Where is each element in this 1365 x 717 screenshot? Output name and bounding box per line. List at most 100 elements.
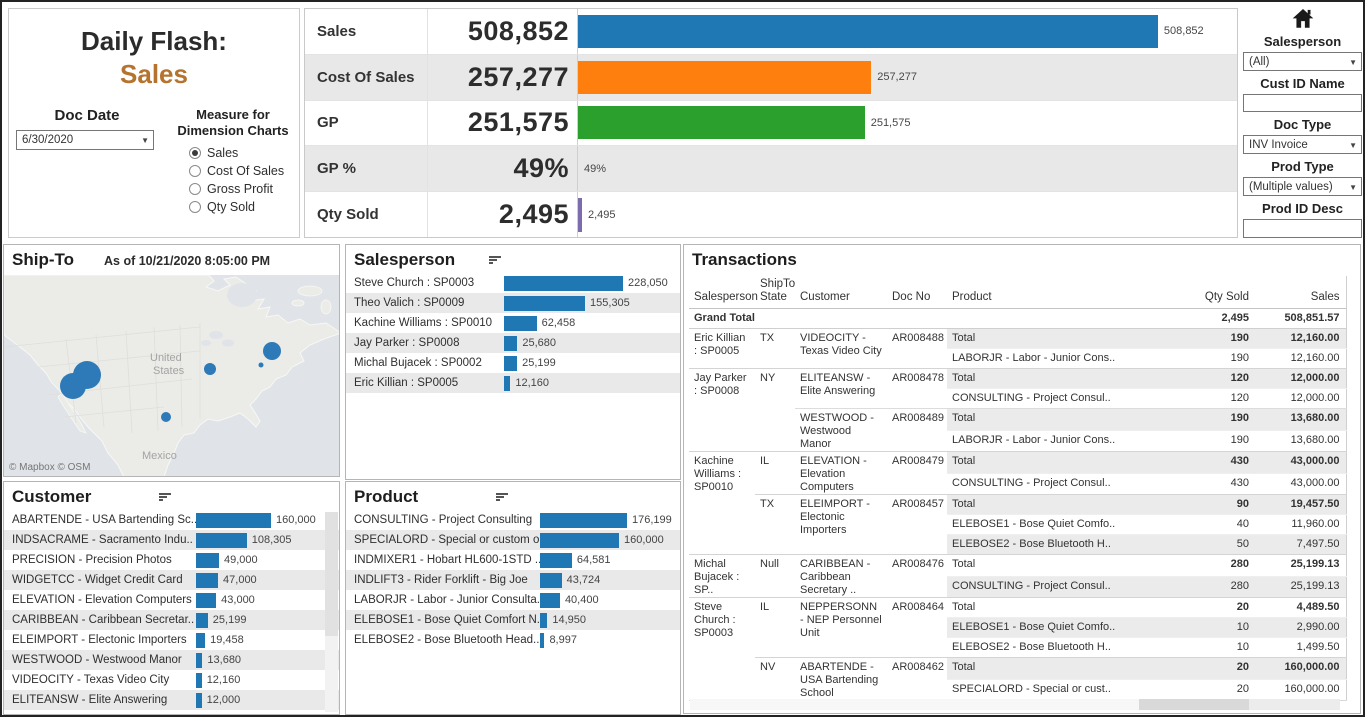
bar-row[interactable]: Theo Valich : SP0009155,305 xyxy=(346,293,680,313)
sort-descending-icon[interactable] xyxy=(159,493,171,502)
bar[interactable] xyxy=(540,593,560,608)
bar[interactable] xyxy=(540,613,547,628)
bar[interactable] xyxy=(196,513,271,528)
scrollbar-thumb[interactable] xyxy=(325,512,338,636)
bar-row[interactable]: Kachine Williams : SP001062,458 xyxy=(346,313,680,333)
col-header-customer[interactable]: Customer xyxy=(795,276,887,309)
col-header-doc-no[interactable]: Doc No xyxy=(887,276,947,309)
bar[interactable] xyxy=(504,356,517,371)
map-bubble-mark[interactable] xyxy=(259,363,264,368)
map-bubble-mark[interactable] xyxy=(204,363,216,375)
map-bubble-mark[interactable] xyxy=(263,342,281,360)
bar-row[interactable]: ABARTENDE - USA Bartending Sc..160,000 xyxy=(4,510,339,530)
bar-row[interactable]: WESTWOOD - Westwood Manor13,680 xyxy=(4,650,339,670)
bar[interactable] xyxy=(540,573,562,588)
radio-button-icon[interactable] xyxy=(189,165,201,177)
bar-row[interactable]: Michal Bujacek : SP000225,199 xyxy=(346,353,680,373)
bar[interactable] xyxy=(504,376,510,391)
salesperson-filter-dropdown[interactable]: (All) ▼ xyxy=(1243,52,1362,71)
product-cell: Total xyxy=(947,409,1159,431)
transactions-row[interactable]: Jay Parker : SP0008NYELITEANSW - Elite A… xyxy=(689,369,1346,389)
bar[interactable] xyxy=(196,573,218,588)
bar-row[interactable]: Steve Church : SP0003228,050 xyxy=(346,273,680,293)
doc-type-dropdown[interactable]: INV Invoice ▼ xyxy=(1243,135,1362,154)
bar[interactable] xyxy=(540,633,544,648)
bar-track: 25,199 xyxy=(504,353,680,373)
measure-radio-option[interactable]: Sales xyxy=(189,144,299,162)
home-icon[interactable] xyxy=(1291,8,1315,29)
bar-row[interactable]: ELEBOSE2 - Bose Bluetooth Head..8,997 xyxy=(346,630,680,650)
bar[interactable] xyxy=(196,693,202,708)
bar-row[interactable]: PRECISION - Precision Photos49,000 xyxy=(4,550,339,570)
doc-date-dropdown[interactable]: 6/30/2020 ▼ xyxy=(16,130,154,150)
cust-id-input[interactable] xyxy=(1243,94,1362,113)
col-header-product[interactable]: Product xyxy=(947,276,1159,309)
transactions-row[interactable]: TXELEIMPORT - Electonic ImportersAR00845… xyxy=(689,495,1346,515)
col-header-qty-sold[interactable]: Qty Sold xyxy=(1159,276,1255,309)
transactions-row[interactable]: Steve Church : SP0003ILNEPPERSONN - NEP … xyxy=(689,598,1346,618)
bar[interactable] xyxy=(196,653,202,668)
col-header-sales[interactable]: Sales xyxy=(1255,276,1346,309)
radio-button-icon[interactable] xyxy=(189,147,201,159)
bar-row[interactable]: ELEBOSE1 - Bose Quiet Comfort N..14,950 xyxy=(346,610,680,630)
bar[interactable] xyxy=(540,553,572,568)
bar-row[interactable]: ELEIMPORT - Electonic Importers19,458 xyxy=(4,630,339,650)
map-bubble-mark[interactable] xyxy=(161,412,171,422)
bar-row[interactable]: Jay Parker : SP000825,680 xyxy=(346,333,680,353)
bar[interactable] xyxy=(504,296,585,311)
sort-descending-icon[interactable] xyxy=(489,256,501,265)
transactions-row[interactable]: Eric Killian : SP0005TXVIDEOCITY - Texas… xyxy=(689,329,1346,349)
bar[interactable] xyxy=(196,553,219,568)
map-bubble-mark[interactable] xyxy=(60,373,86,399)
scrollbar-thumb[interactable] xyxy=(1139,699,1250,710)
bar-value-label: 160,000 xyxy=(276,514,316,526)
map-canvas[interactable]: United States Mexico xyxy=(4,275,339,476)
bar-row[interactable]: INDSACRAME - Sacramento Indu..108,305 xyxy=(4,530,339,550)
customer-scrollbar[interactable] xyxy=(325,512,338,712)
bar[interactable] xyxy=(540,533,619,548)
bar-row[interactable]: CONSULTING - Project Consulting176,199 xyxy=(346,510,680,530)
qty-sold-cell: 280 xyxy=(1159,555,1255,577)
measure-radio-option[interactable]: Gross Profit xyxy=(189,180,299,198)
prod-id-input[interactable] xyxy=(1243,219,1362,238)
bar-row[interactable]: VIDEOCITY - Texas Video City12,160 xyxy=(4,670,339,690)
kpi-bar[interactable] xyxy=(578,61,871,94)
bar-row[interactable]: INDLIFT3 - Rider Forklift - Big Joe43,72… xyxy=(346,570,680,590)
transactions-hscrollbar[interactable] xyxy=(690,699,1340,710)
transactions-row[interactable]: Michal Bujacek : SP..NullCARIBBEAN - Car… xyxy=(689,555,1346,577)
prod-type-dropdown[interactable]: (Multiple values) ▼ xyxy=(1243,177,1362,196)
qty-sold-cell: 280 xyxy=(1159,576,1255,598)
bar-row[interactable]: ELEVATION - Elevation Computers43,000 xyxy=(4,590,339,610)
col-header-shipto-state[interactable]: ShipTo State xyxy=(755,276,795,309)
bar-row[interactable]: Eric Killian : SP000512,160 xyxy=(346,373,680,393)
bar-row[interactable]: CARIBBEAN - Caribbean Secretar..25,199 xyxy=(4,610,339,630)
bar[interactable] xyxy=(196,633,205,648)
sort-descending-icon[interactable] xyxy=(496,493,508,502)
shipto-map[interactable]: United States Mexico © Mapbox © OSM xyxy=(4,275,339,476)
bar[interactable] xyxy=(504,316,537,331)
bar[interactable] xyxy=(504,276,623,291)
transactions-row[interactable]: Kachine Williams : SP0010ILELEVATION - E… xyxy=(689,452,1346,474)
bar[interactable] xyxy=(504,336,517,351)
measure-radio-option[interactable]: Qty Sold xyxy=(189,198,299,216)
bar-row[interactable]: WIDGETCC - Widget Credit Card47,000 xyxy=(4,570,339,590)
bar-row[interactable]: SPECIALORD - Special or custom o..160,00… xyxy=(346,530,680,550)
bar[interactable] xyxy=(196,533,247,548)
bar[interactable] xyxy=(196,613,208,628)
radio-button-icon[interactable] xyxy=(189,201,201,213)
bar-value-label: 25,199 xyxy=(213,614,247,626)
bar[interactable] xyxy=(540,513,627,528)
kpi-bar[interactable] xyxy=(578,15,1158,48)
kpi-gantt-tick[interactable] xyxy=(578,198,582,232)
bar[interactable] xyxy=(196,673,202,688)
bar[interactable] xyxy=(196,593,216,608)
radio-button-icon[interactable] xyxy=(189,183,201,195)
bar-row[interactable]: LABORJR - Labor - Junior Consulta..40,40… xyxy=(346,590,680,610)
bar-row[interactable]: INDMIXER1 - Hobart HL600-1STD ..64,581 xyxy=(346,550,680,570)
kpi-bar[interactable] xyxy=(578,106,865,139)
measure-radio-option[interactable]: Cost Of Sales xyxy=(189,162,299,180)
transactions-row[interactable]: NVABARTENDE - USA Bartending SchoolAR008… xyxy=(689,658,1346,680)
col-header-salesperson[interactable]: Salesperson xyxy=(689,276,755,309)
grand-total-row[interactable]: Grand Total 2,495 508,851.57 xyxy=(689,309,1346,329)
bar-row[interactable]: ELITEANSW - Elite Answering12,000 xyxy=(4,690,339,710)
